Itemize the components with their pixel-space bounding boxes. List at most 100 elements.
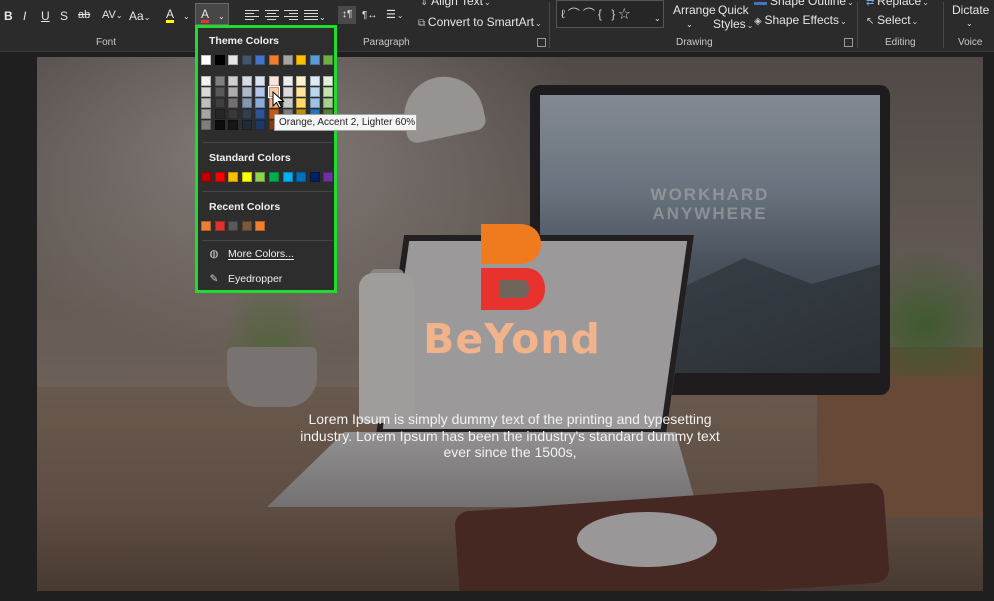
standard-color-swatch[interactable] — [323, 172, 334, 182]
standard-color-swatch[interactable] — [255, 172, 266, 182]
convert-smartart-button[interactable]: ⧉ Convert to SmartArt⌄ — [418, 15, 542, 31]
columns-icon[interactable]: ☰⌄ — [386, 8, 404, 23]
align-left-icon[interactable] — [245, 10, 259, 21]
slide-body-text[interactable]: Lorem Ipsum is simply dummy text of the … — [287, 411, 733, 461]
italic-button[interactable]: I — [23, 9, 26, 23]
theme-tint-swatch[interactable] — [296, 76, 307, 86]
change-case-button[interactable]: Aa⌄ — [129, 9, 150, 23]
theme-tint-swatch[interactable] — [296, 98, 307, 108]
standard-color-swatch[interactable] — [241, 172, 252, 182]
standard-color-swatch[interactable] — [309, 172, 320, 182]
theme-tint-swatch[interactable] — [228, 87, 239, 97]
arrange-button[interactable]: Arrange — [673, 3, 716, 17]
theme-tint-swatch[interactable] — [214, 98, 225, 108]
theme-tint-swatch[interactable] — [214, 76, 225, 86]
theme-color-swatch[interactable] — [214, 55, 225, 65]
theme-color-swatch[interactable] — [201, 55, 211, 65]
theme-tint-swatch[interactable] — [241, 109, 252, 119]
quick-styles-button[interactable]: Quick — [718, 3, 749, 17]
highlight-color-button[interactable]: A — [166, 8, 175, 23]
shapes-more-icon[interactable]: ⌄ — [654, 12, 661, 26]
quick-styles-label[interactable]: Styles⌄ — [713, 17, 753, 33]
theme-tint-swatch[interactable] — [255, 120, 266, 130]
theme-tint-swatch[interactable] — [214, 109, 225, 119]
recent-color-swatch[interactable] — [214, 221, 225, 231]
justify-dropdown-icon[interactable]: ⌄ — [319, 11, 326, 25]
theme-tint-swatch[interactable] — [255, 98, 266, 108]
beyond-logo-icon[interactable] — [479, 224, 545, 310]
character-spacing-button[interactable]: AV⌄ — [102, 9, 123, 21]
eyedropper-item[interactable]: ✎ Eyedropper — [207, 273, 283, 285]
brand-title[interactable]: BeYond — [367, 315, 657, 363]
theme-color-swatch[interactable] — [296, 55, 307, 65]
theme-tint-swatch[interactable] — [296, 87, 307, 97]
theme-color-swatch[interactable] — [309, 55, 320, 65]
strikethrough-button[interactable]: ab — [78, 9, 90, 21]
standard-color-swatch[interactable] — [228, 172, 239, 182]
more-colors-item[interactable]: ◍ More Colors... — [207, 248, 294, 260]
shape-effects-button[interactable]: ◈ Shape Effects⌄ — [754, 13, 847, 29]
theme-color-swatch[interactable] — [282, 55, 293, 65]
theme-color-swatch[interactable] — [323, 55, 334, 65]
recent-color-swatch[interactable] — [201, 221, 211, 231]
theme-color-swatch[interactable] — [269, 55, 279, 65]
theme-tint-swatch[interactable] — [201, 76, 211, 86]
paragraph-launcher-icon[interactable] — [537, 38, 546, 47]
highlight-dropdown-icon[interactable]: ⌄ — [183, 12, 190, 21]
theme-tint-swatch[interactable] — [282, 76, 293, 86]
recent-color-swatch[interactable] — [255, 221, 266, 231]
shapes-gallery[interactable]: ℓ⌒⌒{ }☆ — [556, 0, 664, 28]
theme-tint-swatch[interactable] — [201, 109, 211, 119]
standard-color-swatch[interactable] — [269, 172, 279, 182]
theme-tint-swatch[interactable] — [241, 120, 252, 130]
theme-tint-swatch[interactable] — [201, 98, 211, 108]
recent-color-swatch[interactable] — [241, 221, 252, 231]
theme-tint-swatch[interactable] — [241, 76, 252, 86]
theme-tint-swatch[interactable] — [228, 120, 239, 130]
theme-tint-swatch[interactable] — [241, 87, 252, 97]
theme-tint-swatch[interactable] — [241, 98, 252, 108]
theme-tint-swatch[interactable] — [309, 98, 320, 108]
replace-button[interactable]: ⇄ Replace⌄ — [866, 0, 929, 10]
theme-color-swatch[interactable] — [255, 55, 266, 65]
theme-tint-swatch[interactable] — [269, 76, 279, 86]
slide-canvas[interactable]: WORKHARD ANYWHERE BeYond Lorem Ipsum is … — [37, 57, 983, 591]
paragraph-direction-icon[interactable]: ¶↔ — [362, 9, 377, 23]
standard-color-swatch[interactable] — [214, 172, 225, 182]
align-text-button[interactable]: ⇕ Align Text⌄ — [420, 0, 491, 10]
theme-tint-swatch[interactable] — [201, 87, 211, 97]
dictate-dropdown-icon[interactable]: ⌄ — [966, 17, 973, 31]
theme-color-swatch[interactable] — [241, 55, 252, 65]
theme-tint-swatch[interactable] — [309, 76, 320, 86]
theme-tint-swatch[interactable] — [323, 87, 334, 97]
theme-tint-swatch[interactable] — [255, 76, 266, 86]
theme-tint-swatch[interactable] — [201, 120, 211, 130]
font-color-button[interactable]: A — [201, 8, 210, 23]
theme-tint-swatch[interactable] — [323, 98, 334, 108]
font-color-dropdown-icon[interactable]: ⌄ — [218, 12, 225, 21]
theme-tint-swatch[interactable] — [228, 98, 239, 108]
drawing-launcher-icon[interactable] — [844, 38, 853, 47]
shape-outline-button[interactable]: Shape Outline⌄ — [754, 0, 854, 10]
theme-color-swatch[interactable] — [228, 55, 239, 65]
underline-button[interactable]: U — [41, 9, 50, 23]
theme-tint-swatch[interactable] — [228, 109, 239, 119]
theme-tint-swatch[interactable] — [309, 87, 320, 97]
theme-tint-swatch[interactable] — [255, 109, 266, 119]
standard-color-swatch[interactable] — [201, 172, 211, 182]
arrange-dropdown-icon[interactable]: ⌄ — [686, 18, 693, 32]
theme-tint-swatch[interactable] — [214, 120, 225, 130]
theme-tint-swatch[interactable] — [214, 87, 225, 97]
theme-tint-swatch[interactable] — [323, 76, 334, 86]
dictate-button[interactable]: Dictate — [952, 3, 989, 17]
text-shadow-button[interactable]: S — [60, 9, 68, 23]
standard-color-swatch[interactable] — [282, 172, 293, 182]
align-center-icon[interactable] — [265, 10, 279, 21]
select-button[interactable]: ↖ Select⌄ — [866, 13, 918, 29]
theme-tint-swatch[interactable] — [255, 87, 266, 97]
justify-icon[interactable] — [304, 10, 318, 21]
bold-button[interactable]: B — [4, 9, 13, 23]
theme-tint-swatch[interactable] — [228, 76, 239, 86]
standard-color-swatch[interactable] — [296, 172, 307, 182]
recent-color-swatch[interactable] — [228, 221, 239, 231]
